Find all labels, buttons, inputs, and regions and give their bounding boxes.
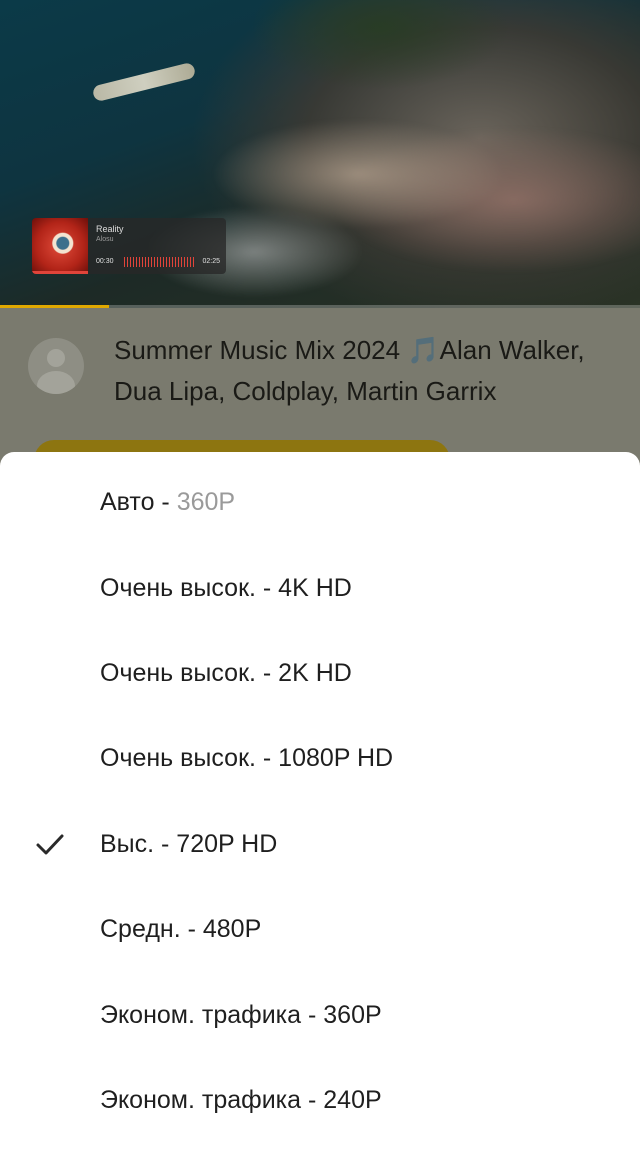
quality-option-label: Очень высок. - 1080P HD	[100, 744, 394, 773]
quality-option-2k[interactable]: Очень высок. - 2K HD	[0, 631, 640, 716]
mini-progress-bar	[32, 271, 88, 274]
video-player[interactable]: Reality Alosu 00:30 02:25	[0, 0, 640, 308]
user-avatar-icon[interactable]	[28, 338, 84, 394]
quality-option-4k[interactable]: Очень высок. - 4K HD	[0, 545, 640, 630]
mini-time-current: 00:30	[96, 258, 114, 265]
album-art	[32, 218, 88, 274]
avatar-shoulders	[37, 371, 75, 394]
quality-option-360p[interactable]: Эконом. трафика - 360P	[0, 972, 640, 1057]
quality-option-auto[interactable]: Авто - 360P	[0, 460, 640, 545]
quality-option-label: Очень высок. - 2K HD	[100, 658, 352, 687]
quality-option-label: Выс. - 720P HD	[100, 829, 278, 858]
quality-option-720p[interactable]: Выс. - 720P HD	[0, 802, 640, 887]
quality-options-list: Авто - 360P Очень высок. - 4K HD Очень в…	[0, 460, 640, 1143]
quality-option-label: Эконом. трафика - 240P	[100, 1085, 382, 1114]
waveform-icon	[124, 257, 196, 267]
quality-option-label: Средн. - 480P	[100, 915, 262, 944]
video-title[interactable]: Summer Music Mix 2024 🎵Alan Walker, Dua …	[114, 330, 614, 412]
mini-track-title: Reality	[96, 224, 124, 234]
quality-option-240p[interactable]: Эконом. трафика - 240P	[0, 1058, 640, 1143]
mini-music-player: Reality Alosu 00:30 02:25	[32, 218, 226, 274]
quality-option-label: Авто - 360P	[100, 488, 236, 517]
quality-option-label: Эконом. трафика - 360P	[100, 1000, 382, 1029]
quality-option-1080p[interactable]: Очень высок. - 1080P HD	[0, 716, 640, 801]
quality-bottom-sheet: Авто - 360P Очень высок. - 4K HD Очень в…	[0, 452, 640, 1154]
check-icon	[36, 834, 64, 855]
quality-option-480p[interactable]: Средн. - 480P	[0, 887, 640, 972]
mini-time-total: 02:25	[202, 258, 220, 265]
mini-track-artist: Alosu	[96, 236, 114, 243]
avatar-head	[47, 349, 65, 367]
quality-option-label: Очень высок. - 4K HD	[100, 573, 352, 602]
